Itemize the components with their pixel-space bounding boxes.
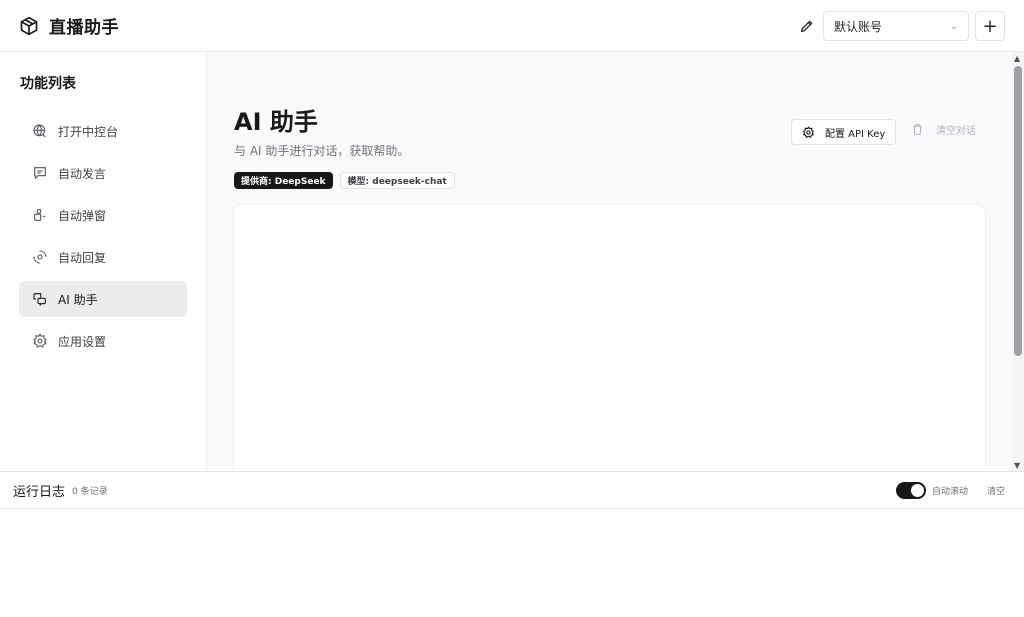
package-icon	[34, 209, 46, 221]
clear-chat-button[interactable]: 清空对话	[911, 122, 976, 137]
sidebar-item-label: 自动回复	[58, 250, 107, 265]
clear-chat-label: 清空对话	[936, 126, 976, 137]
sidebar-item-auto-reply[interactable]: 自动回复	[19, 239, 187, 275]
app-header: 直播助手 默认账号 ⌄ +	[0, 0, 1024, 52]
pencil-icon	[801, 20, 813, 32]
globe-icon	[33, 124, 46, 138]
scroll-down-arrow-icon[interactable]: ▼	[1014, 461, 1020, 470]
sidebar-nav: 打开中控台 自动发言 自动弹窗 自动回复 AI 助手 应用设置	[19, 113, 187, 365]
auto-scroll-toggle[interactable]	[895, 482, 926, 499]
sidebar-item-auto-message[interactable]: 自动发言	[19, 155, 187, 191]
log-output-area	[0, 509, 1024, 617]
auto-scroll-label: 自动滚动	[931, 487, 968, 497]
config-api-key-label: 配置 API Key	[825, 128, 886, 140]
model-badge: 模型: deepseek-chat	[339, 172, 455, 189]
gear-icon	[803, 126, 814, 138]
sidebar-item-open-console[interactable]: 打开中控台	[19, 113, 187, 149]
sidebar: 功能列表 打开中控台 自动发言 自动弹窗 自动回复 AI 助手 应用设置	[0, 52, 207, 471]
edit-account-button[interactable]	[799, 18, 815, 34]
sidebar-item-ai-assistant[interactable]: AI 助手	[19, 281, 187, 317]
log-title: 运行日志	[13, 484, 66, 500]
toggle-knob	[910, 484, 924, 497]
box-icon	[20, 16, 38, 35]
settings-icon	[33, 333, 47, 348]
add-account-button[interactable]: +	[975, 11, 1005, 41]
sidebar-item-label: 自动发言	[58, 166, 107, 181]
sidebar-item-label: AI 助手	[58, 292, 98, 307]
log-panel-header: 运行日志 0 条记录 自动滚动 清空	[0, 471, 1024, 509]
clear-log-button[interactable]: 清空	[987, 484, 1005, 497]
brand: 直播助手	[19, 13, 119, 38]
sidebar-title: 功能列表	[20, 76, 76, 92]
sidebar-item-label: 应用设置	[58, 334, 107, 349]
account-select[interactable]: 默认账号 ⌄	[823, 11, 969, 41]
scroll-up-arrow-icon[interactable]: ▲	[1014, 54, 1020, 63]
config-api-key-button[interactable]: 配置 API Key	[791, 119, 896, 145]
main-scrollbar[interactable]: ▲ ▼	[1012, 52, 1024, 471]
log-count: 0 条记录	[72, 486, 108, 497]
trash-icon	[913, 124, 922, 135]
sidebar-item-app-settings[interactable]: 应用设置	[19, 323, 187, 359]
page-title: AI 助手	[234, 108, 318, 136]
provider-badge: 提供商: DeepSeek	[234, 172, 333, 189]
ai-chat-icon	[33, 293, 46, 306]
page-description: 与 AI 助手进行对话，获取帮助。	[234, 144, 410, 158]
plus-icon: +	[982, 15, 998, 37]
sidebar-item-label: 打开中控台	[58, 124, 119, 139]
chat-messages-area[interactable]	[233, 204, 986, 471]
reply-icon	[33, 250, 47, 264]
main-content: AI 助手 与 AI 助手进行对话，获取帮助。 提供商: DeepSeek 模型…	[207, 52, 1012, 471]
sidebar-item-auto-popup[interactable]: 自动弹窗	[19, 197, 187, 233]
message-icon	[34, 167, 46, 179]
account-select-value: 默认账号	[834, 19, 883, 34]
sidebar-item-label: 自动弹窗	[58, 208, 107, 223]
badge-row: 提供商: DeepSeek 模型: deepseek-chat	[234, 172, 462, 189]
scrollbar-thumb[interactable]	[1014, 66, 1022, 356]
chevron-down-icon: ⌄	[949, 20, 958, 32]
app-title: 直播助手	[49, 18, 119, 38]
